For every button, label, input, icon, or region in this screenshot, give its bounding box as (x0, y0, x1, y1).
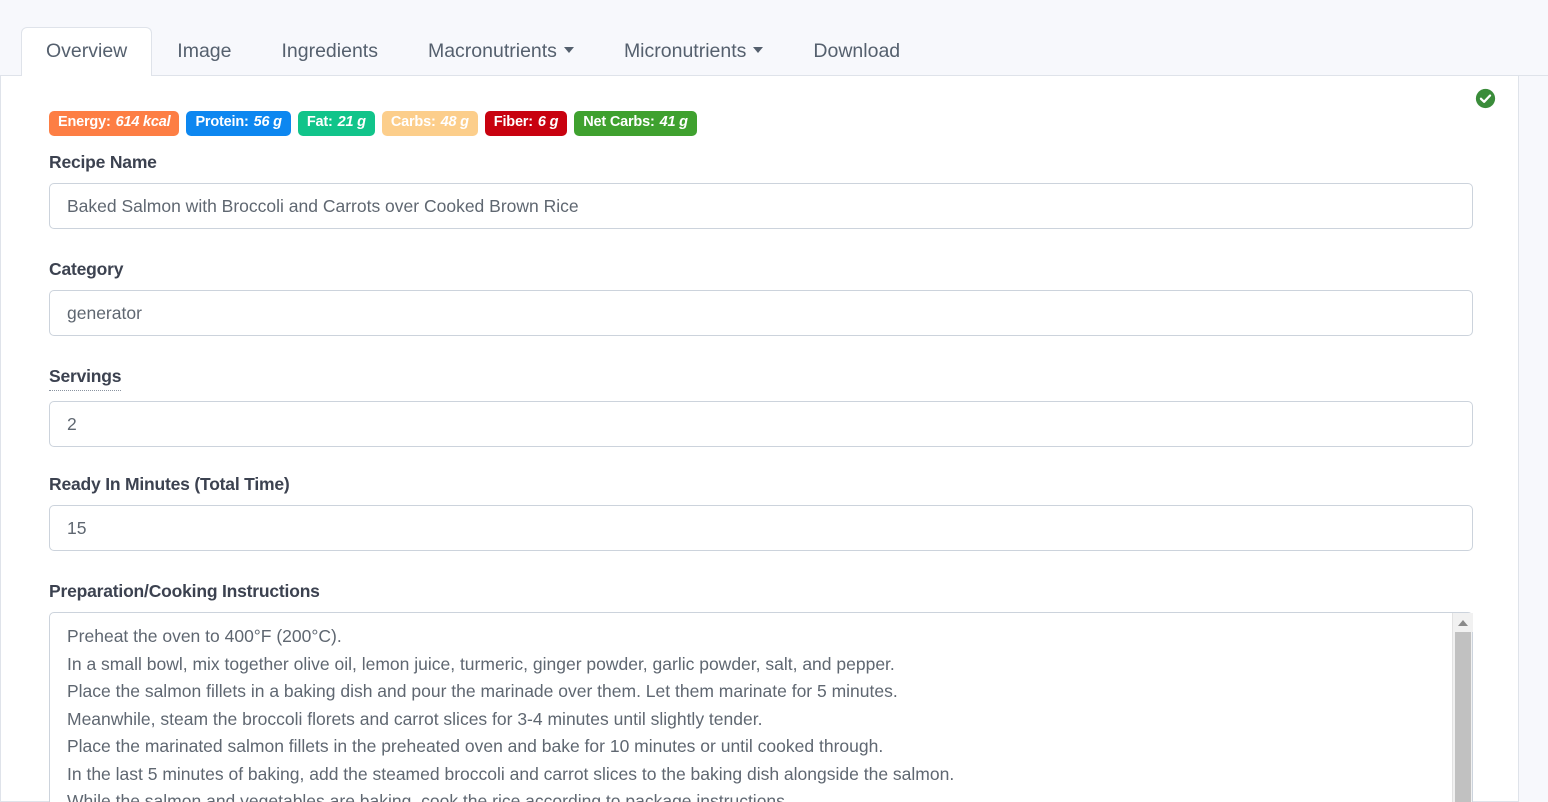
nutrition-badge-row: Energy: 614 kcal Protein: 56 g Fat: 21 g Ca… (49, 111, 697, 136)
tab-ingredients-label: Ingredients (281, 39, 378, 62)
badge-net-carbs-value: 41 g (659, 114, 688, 130)
tab-overview-label: Overview (46, 39, 128, 62)
ready-in-minutes-label: Ready In Minutes (Total Time) (49, 474, 290, 494)
tab-download[interactable]: Download (788, 27, 925, 77)
badge-fat: Fat: 21 g (297, 111, 375, 136)
recipe-overview-page: Overview Image Ingredients Macronutrient… (0, 0, 1548, 802)
tab-ingredients[interactable]: Ingredients (256, 27, 402, 77)
check-circle-icon (1475, 88, 1496, 109)
badge-protein-label: Protein: (195, 114, 249, 130)
field-category: Category (49, 259, 1473, 336)
badge-fiber: Fiber: 6 g (484, 111, 568, 136)
instructions-textarea-wrapper: Preheat the oven to 400°F (200°C). In a … (49, 612, 1473, 802)
tab-image[interactable]: Image (152, 27, 256, 77)
tab-bar: Overview Image Ingredients Macronutrient… (0, 22, 1548, 77)
tab-macronutrients-label: Macronutrients (427, 39, 557, 62)
badge-energy-label: Energy: (58, 114, 111, 130)
scroll-up-arrow-icon[interactable] (1453, 613, 1473, 632)
badge-fat-value: 21 g (337, 114, 366, 130)
badge-energy-value: 614 kcal (115, 114, 171, 130)
badge-protein-value: 56 g (253, 114, 282, 130)
category-input[interactable] (49, 290, 1473, 336)
recipe-name-label: Recipe Name (49, 152, 157, 172)
category-label: Category (49, 259, 124, 279)
badge-fat-label: Fat: (306, 114, 333, 130)
chevron-down-icon (563, 47, 574, 54)
field-instructions: Preparation/Cooking Instructions Preheat… (49, 581, 1473, 802)
badge-fiber-label: Fiber: (493, 114, 533, 130)
badge-carbs-label: Carbs: (390, 114, 436, 130)
servings-input[interactable] (49, 401, 1473, 447)
tab-download-label: Download (813, 39, 901, 62)
chevron-down-icon (753, 47, 764, 54)
tab-micronutrients-label: Micronutrients (623, 39, 747, 62)
badge-fiber-value: 6 g (537, 114, 559, 130)
scrollbar-thumb[interactable] (1455, 632, 1471, 802)
badge-carbs: Carbs: 48 g (381, 111, 478, 136)
instructions-textarea[interactable]: Preheat the oven to 400°F (200°C). In a … (49, 612, 1473, 802)
field-ready-in-minutes: Ready In Minutes (Total Time) (49, 474, 1473, 551)
recipe-name-input[interactable] (49, 183, 1473, 229)
servings-label: Servings (49, 366, 122, 391)
badge-carbs-value: 48 g (440, 114, 469, 130)
overview-panel: Energy: 614 kcal Protein: 56 g Fat: 21 g Ca… (0, 76, 1519, 802)
recipe-form: Recipe Name Category Servings Ready In M… (49, 152, 1473, 802)
badge-net-carbs-label: Net Carbs: (583, 114, 655, 130)
tab-overview[interactable]: Overview (21, 26, 153, 77)
instructions-scrollbar[interactable] (1452, 613, 1473, 802)
tab-macronutrients[interactable]: Macronutrients (403, 27, 599, 77)
field-recipe-name: Recipe Name (49, 152, 1473, 229)
badge-energy: Energy: 614 kcal (49, 111, 180, 136)
tab-micronutrients[interactable]: Micronutrients (599, 27, 788, 77)
ready-in-minutes-input[interactable] (49, 505, 1473, 551)
instructions-label: Preparation/Cooking Instructions (49, 581, 320, 601)
field-servings: Servings (49, 366, 1473, 447)
badge-protein: Protein: 56 g (186, 111, 291, 136)
tab-image-label: Image (177, 39, 232, 62)
badge-net-carbs: Net Carbs: 41 g (574, 111, 697, 136)
